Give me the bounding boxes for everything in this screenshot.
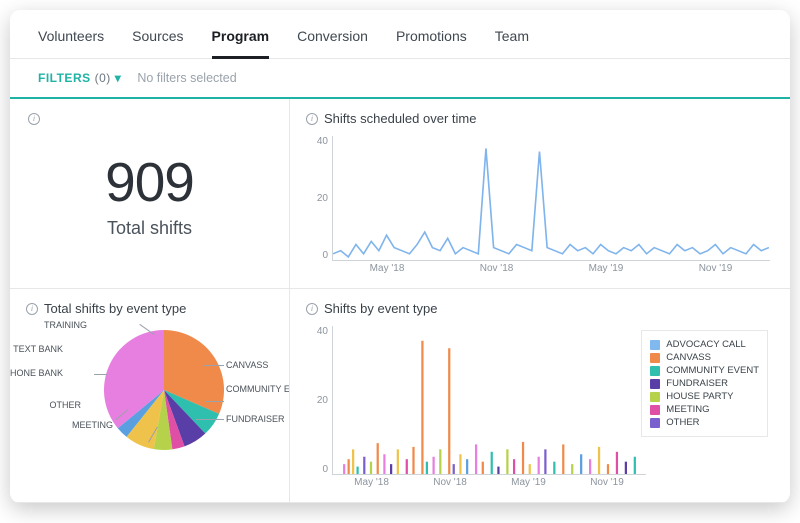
x-tick: Nov '18 (480, 263, 514, 279)
chevron-down-icon: ▾ (115, 71, 122, 85)
swatch-icon (650, 379, 660, 389)
info-icon[interactable]: i (28, 113, 40, 125)
chart-title: Total shifts by event type (44, 301, 186, 316)
pie-label: PHONE BANK (10, 368, 63, 378)
tab-volunteers[interactable]: Volunteers (38, 28, 104, 58)
line-series (333, 148, 769, 257)
tab-promotions[interactable]: Promotions (396, 28, 467, 58)
x-tick: May '18 (370, 263, 405, 279)
x-axis: May '18 Nov '18 May '19 Nov '19 (332, 263, 770, 279)
filters-empty-text: No filters selected (137, 71, 236, 85)
y-axis: 40 20 0 (306, 326, 328, 475)
pie-label: CANVASS (226, 360, 268, 370)
pie-label: TEXT BANK (10, 344, 63, 354)
x-tick: Nov '18 (433, 477, 467, 493)
pie-chart: CANVASS COMMUNITY EVENT FUNDRAISER TRAIN… (26, 322, 273, 493)
y-tick: 20 (306, 193, 328, 204)
filter-bar: FILTERS (0) ▾ No filters selected (10, 59, 790, 99)
content-grid: i 909 Total shifts i Shifts scheduled ov… (10, 99, 790, 503)
y-tick: 0 (306, 250, 328, 261)
y-tick: 40 (306, 326, 328, 337)
shifts-by-type-bars-card: i Shifts by event type 40 20 0 (290, 289, 790, 503)
y-tick: 0 (306, 464, 328, 475)
total-shifts-card: i 909 Total shifts (10, 99, 290, 289)
legend-label: OTHER (666, 417, 699, 428)
line-chart-plot (332, 136, 770, 261)
chart-title: Shifts scheduled over time (324, 111, 476, 126)
x-tick: Nov '19 (590, 477, 624, 493)
filters-dropdown[interactable]: FILTERS (0) ▾ (38, 71, 121, 85)
x-tick: Nov '19 (699, 263, 733, 279)
swatch-icon (650, 418, 660, 428)
x-axis: May '18 Nov '18 May '19 Nov '19 (332, 477, 646, 493)
tab-bar: Volunteers Sources Program Conversion Pr… (10, 10, 790, 59)
total-shifts-label: Total shifts (107, 218, 192, 239)
info-icon[interactable]: i (306, 303, 318, 315)
total-shifts-value: 909 (105, 152, 194, 213)
legend-label: MEETING (666, 404, 709, 415)
filters-label: FILTERS (38, 71, 91, 85)
swatch-icon (650, 340, 660, 350)
y-tick: 20 (306, 395, 328, 406)
tab-conversion[interactable]: Conversion (297, 28, 368, 58)
x-tick: May '18 (354, 477, 389, 493)
swatch-icon (650, 353, 660, 363)
pie-label: MEETING (53, 420, 113, 430)
legend-label: ADVOCACY CALL (666, 339, 746, 350)
filters-count: (0) (95, 71, 111, 85)
pie-label: FUNDRAISER (226, 414, 285, 424)
legend-label: CANVASS (666, 352, 711, 363)
legend-label: FUNDRAISER (666, 378, 728, 389)
swatch-icon (650, 392, 660, 402)
y-tick: 40 (306, 136, 328, 147)
shifts-by-type-pie-card: i Total shifts by event type CANVASS (10, 289, 290, 503)
pie-label: TRAINING (27, 320, 87, 330)
info-icon[interactable]: i (26, 303, 38, 315)
swatch-icon (650, 366, 660, 376)
shifts-over-time-card: i Shifts scheduled over time 40 20 0 May… (290, 99, 790, 289)
info-icon[interactable]: i (306, 113, 318, 125)
pie-label: OTHER (31, 400, 81, 410)
legend-label: COMMUNITY EVENT (666, 365, 759, 376)
dashboard-window: Volunteers Sources Program Conversion Pr… (10, 10, 790, 503)
y-axis: 40 20 0 (306, 136, 328, 261)
pie-label: COMMUNITY EVENT (226, 384, 290, 394)
stacked-bar-plot (332, 326, 646, 475)
x-tick: May '19 (589, 263, 624, 279)
tab-sources[interactable]: Sources (132, 28, 183, 58)
x-tick: May '19 (511, 477, 546, 493)
swatch-icon (650, 405, 660, 415)
chart-title: Shifts by event type (324, 301, 437, 316)
legend-label: HOUSE PARTY (666, 391, 733, 402)
tab-team[interactable]: Team (495, 28, 529, 58)
legend: ADVOCACY CALL CANVASS COMMUNITY EVENT FU… (641, 330, 768, 437)
tab-program[interactable]: Program (212, 28, 270, 59)
